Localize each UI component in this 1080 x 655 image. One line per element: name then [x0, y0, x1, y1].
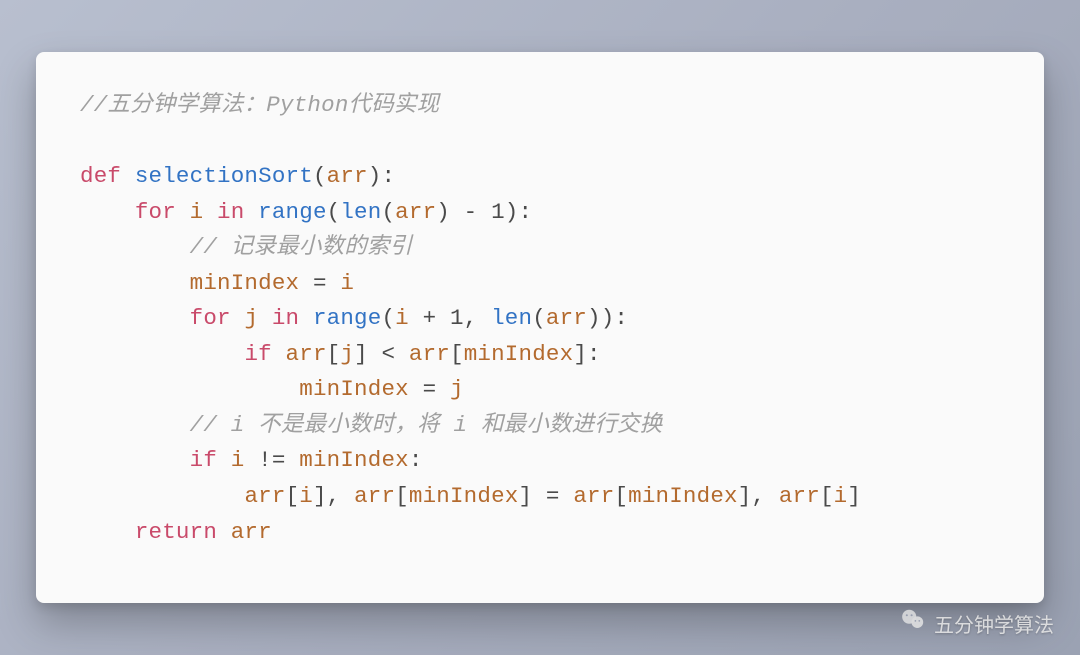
minIndex-ref-4: minIndex	[628, 483, 738, 509]
kw-if: if	[244, 341, 271, 367]
op-plus: +	[409, 305, 450, 331]
comment-swap: // i 不是最小数时，将 i 和最小数进行交换	[190, 412, 663, 438]
op-eq-3: =	[532, 483, 573, 509]
var-minIndex: minIndex	[190, 270, 300, 296]
code-block: //五分钟学算法：Python代码实现 def selectionSort(ar…	[80, 88, 1000, 550]
comma-1: ,	[464, 305, 491, 331]
num-one: 1	[491, 199, 505, 225]
kw-def: def	[80, 163, 121, 189]
watermark-text: 五分钟学算法	[934, 609, 1054, 638]
arr-ref-4: arr	[409, 341, 450, 367]
var-i-ref-5: i	[834, 483, 848, 509]
arr-ref-8: arr	[779, 483, 820, 509]
op-neq: !=	[244, 447, 299, 473]
kw-in-inner: in	[272, 305, 299, 331]
minIndex-ref-2: minIndex	[299, 447, 409, 473]
code-card: //五分钟学算法：Python代码实现 def selectionSort(ar…	[36, 52, 1044, 603]
minIndex-ref-3: minIndex	[409, 483, 519, 509]
var-j-ref: j	[340, 341, 354, 367]
var-i-ref-3: i	[231, 447, 245, 473]
fn-range: range	[258, 199, 327, 225]
comment-title: //五分钟学算法：Python代码实现	[80, 92, 439, 118]
comma-2: ,	[327, 483, 354, 509]
arr-ref-2: arr	[546, 305, 587, 331]
arr-ref-7: arr	[573, 483, 614, 509]
arr-ref-3: arr	[286, 341, 327, 367]
num-one-2: 1	[450, 305, 464, 331]
fn-len: len	[340, 199, 381, 225]
watermark: 五分钟学算法	[900, 607, 1054, 639]
param-arr: arr	[327, 163, 368, 189]
kw-for: for	[135, 199, 176, 225]
var-i-ref2: i	[395, 305, 409, 331]
arr-ref-6: arr	[354, 483, 395, 509]
op-minus: -	[450, 199, 491, 225]
var-j: j	[244, 305, 258, 331]
kw-in: in	[217, 199, 244, 225]
var-i: i	[190, 199, 204, 225]
var-i-ref-4: i	[299, 483, 313, 509]
comment-min: // 记录最小数的索引	[190, 234, 413, 260]
arr-return: arr	[231, 519, 272, 545]
op-lt: <	[368, 341, 409, 367]
comma-3: ,	[751, 483, 778, 509]
op-eq-2: =	[409, 376, 450, 402]
minIndex-ref: minIndex	[464, 341, 574, 367]
kw-if-2: if	[190, 447, 217, 473]
kw-return: return	[135, 519, 217, 545]
fn-name: selectionSort	[135, 163, 313, 189]
var-i-ref: i	[340, 270, 354, 296]
wechat-icon	[900, 607, 926, 639]
var-j-ref-2: j	[450, 376, 464, 402]
fn-range-inner: range	[313, 305, 382, 331]
fn-len-2: len	[491, 305, 532, 331]
op-eq: =	[299, 270, 340, 296]
kw-for-inner: for	[190, 305, 231, 331]
arr-ref: arr	[395, 199, 436, 225]
arr-ref-5: arr	[244, 483, 285, 509]
minIndex-assign: minIndex	[299, 376, 409, 402]
